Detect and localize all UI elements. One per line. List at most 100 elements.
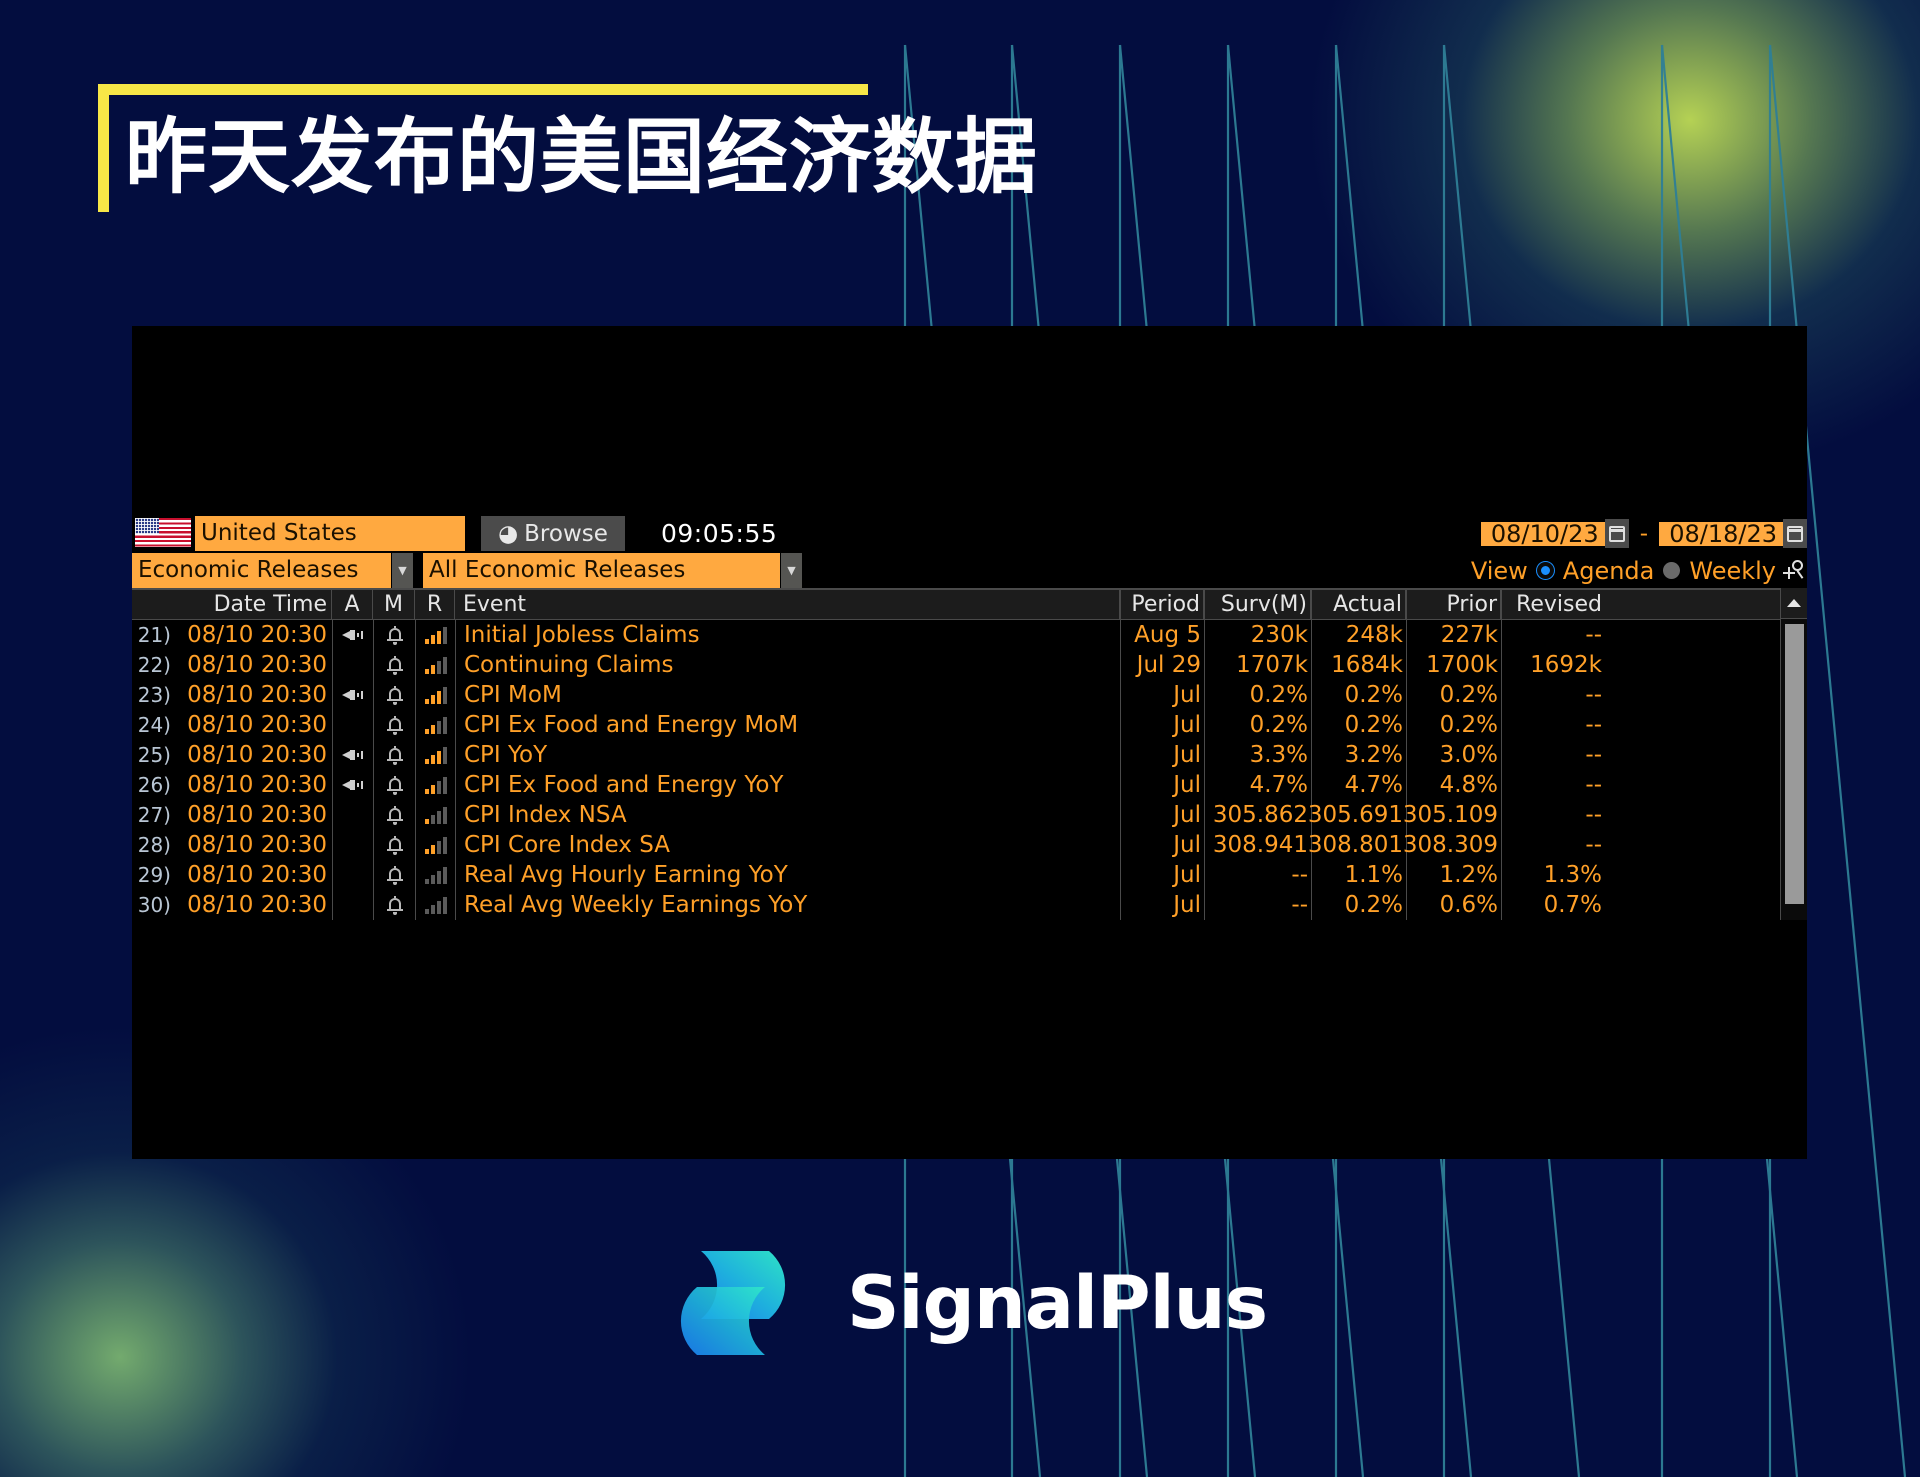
cell-alert[interactable] (332, 800, 373, 830)
cell-event[interactable]: Real Avg Weekly Earnings YoY (455, 890, 1120, 920)
cell-monitor[interactable] (373, 680, 415, 710)
cell-event[interactable]: CPI Index NSA (455, 800, 1120, 830)
view-mode-group: View Agenda Weekly (1471, 553, 1807, 588)
bell-icon[interactable] (386, 895, 403, 915)
country-field[interactable]: United States (195, 516, 465, 551)
th-survey[interactable]: Surv(M) (1204, 590, 1311, 619)
radio-weekly[interactable] (1663, 562, 1681, 579)
table-row[interactable]: 26) 08/10 20:30 CPI Ex Food and Energy YoY… (132, 770, 1807, 800)
radio-agenda[interactable] (1536, 562, 1554, 579)
relevance-bars-icon (424, 656, 447, 674)
th-index (132, 590, 174, 619)
cell-datetime: 08/10 20:30 (187, 802, 327, 828)
th-actual[interactable]: Actual (1311, 590, 1406, 619)
cell-monitor[interactable] (373, 650, 415, 680)
cell-alert[interactable] (332, 680, 373, 710)
bell-icon[interactable] (386, 805, 403, 825)
cell-monitor[interactable] (373, 740, 415, 770)
bell-icon[interactable] (386, 715, 403, 735)
cell-monitor[interactable] (373, 830, 415, 860)
bell-icon[interactable] (386, 625, 403, 645)
cell-revised: -- (1501, 740, 1606, 770)
cell-relevance (415, 650, 455, 680)
cell-survey: 3.3% (1204, 740, 1311, 770)
brand-footer: SignalPlus (0, 1247, 1920, 1359)
view-weekly-label[interactable]: Weekly (1689, 557, 1776, 585)
cell-event[interactable]: CPI Ex Food and Energy YoY (455, 770, 1120, 800)
cell-survey: 308.941 (1204, 830, 1311, 860)
view-agenda-label[interactable]: Agenda (1563, 557, 1655, 585)
date-to-field[interactable]: 08/18/23 (1659, 521, 1783, 546)
cell-relevance (415, 800, 455, 830)
speaker-icon[interactable] (342, 777, 364, 793)
speaker-icon[interactable] (342, 687, 364, 703)
bell-icon[interactable] (386, 775, 403, 795)
cell-monitor[interactable] (373, 860, 415, 890)
cell-alert[interactable] (332, 860, 373, 890)
bell-icon[interactable] (386, 655, 403, 675)
cell-event[interactable]: CPI MoM (455, 680, 1120, 710)
signalplus-logo-icon (680, 1251, 786, 1355)
browse-button[interactable]: ◕ Browse (481, 516, 625, 551)
cell-event[interactable]: Initial Jobless Claims (455, 620, 1120, 650)
zoom-in-icon[interactable] (1783, 559, 1807, 582)
cell-event[interactable]: CPI Ex Food and Energy MoM (455, 710, 1120, 740)
chevron-down-icon-subcategory[interactable]: ▼ (780, 553, 802, 588)
th-datetime[interactable]: Date Time (174, 590, 332, 619)
cell-event[interactable]: Real Avg Hourly Earning YoY (455, 860, 1120, 890)
cell-monitor[interactable] (373, 890, 415, 920)
speaker-icon[interactable] (342, 627, 364, 643)
table-row[interactable]: 30) 08/10 20:30 Real Avg Weekly Earnings Y… (132, 890, 1807, 920)
cell-monitor[interactable] (373, 620, 415, 650)
cell-period: Aug 5 (1120, 620, 1204, 650)
scrollbar-thumb[interactable] (1785, 624, 1804, 904)
cell-event[interactable]: CPI YoY (455, 740, 1120, 770)
cell-revised: -- (1501, 830, 1606, 860)
table-row[interactable]: 25) 08/10 20:30 CPI YoY Jul 3.3% 3.2% 3.0% -- (132, 740, 1807, 770)
cell-event[interactable]: CPI Core Index SA (455, 830, 1120, 860)
calendar-icon-to[interactable] (1783, 519, 1807, 548)
cell-alert[interactable] (332, 650, 373, 680)
subcategory-select[interactable]: All Economic Releases (423, 553, 780, 588)
chevron-down-icon-category[interactable]: ▼ (391, 553, 413, 588)
th-monitor[interactable]: M (373, 590, 415, 619)
bell-icon[interactable] (386, 835, 403, 855)
th-alert[interactable]: A (332, 590, 373, 619)
cell-alert[interactable] (332, 830, 373, 860)
row-index: 29) (137, 863, 171, 887)
table-row[interactable]: 22) 08/10 20:30 Continuing Claims Jul 29 170… (132, 650, 1807, 680)
bell-icon[interactable] (386, 865, 403, 885)
cell-period: Jul 29 (1120, 650, 1204, 680)
th-event[interactable]: Event (455, 590, 1120, 619)
vertical-scrollbar[interactable] (1780, 588, 1807, 920)
cell-relevance (415, 890, 455, 920)
table-row[interactable]: 21) 08/10 20:30 Initial Jobless Claims Aug … (132, 620, 1807, 650)
cell-monitor[interactable] (373, 770, 415, 800)
calendar-icon-from[interactable] (1604, 519, 1629, 548)
cell-event[interactable]: Continuing Claims (455, 650, 1120, 680)
scroll-up-button[interactable] (1781, 588, 1807, 619)
table-row[interactable]: 29) 08/10 20:30 Real Avg Hourly Earning Yo… (132, 860, 1807, 890)
cell-alert[interactable] (332, 890, 373, 920)
cell-actual: 0.2% (1311, 890, 1406, 920)
cell-alert[interactable] (332, 740, 373, 770)
date-from-field[interactable]: 08/10/23 (1480, 521, 1605, 546)
table-row[interactable]: 28) 08/10 20:30 CPI Core Index SA Jul 308.94… (132, 830, 1807, 860)
cell-alert[interactable] (332, 770, 373, 800)
speaker-icon[interactable] (342, 747, 364, 763)
table-row[interactable]: 24) 08/10 20:30 CPI Ex Food and Energy MoM… (132, 710, 1807, 740)
th-relevance[interactable]: R (415, 590, 455, 619)
table-row[interactable]: 23) 08/10 20:30 CPI MoM Jul 0.2% 0.2% 0.2% -- (132, 680, 1807, 710)
cell-monitor[interactable] (373, 800, 415, 830)
th-period[interactable]: Period (1120, 590, 1204, 619)
bell-icon[interactable] (386, 745, 403, 765)
cell-monitor[interactable] (373, 710, 415, 740)
cell-relevance (415, 680, 455, 710)
cell-alert[interactable] (332, 620, 373, 650)
bell-icon[interactable] (386, 685, 403, 705)
th-revised[interactable]: Revised (1501, 590, 1606, 619)
th-prior[interactable]: Prior (1406, 590, 1501, 619)
category-select[interactable]: Economic Releases (132, 553, 391, 588)
cell-alert[interactable] (332, 710, 373, 740)
table-row[interactable]: 27) 08/10 20:30 CPI Index NSA Jul 305.862 305… (132, 800, 1807, 830)
